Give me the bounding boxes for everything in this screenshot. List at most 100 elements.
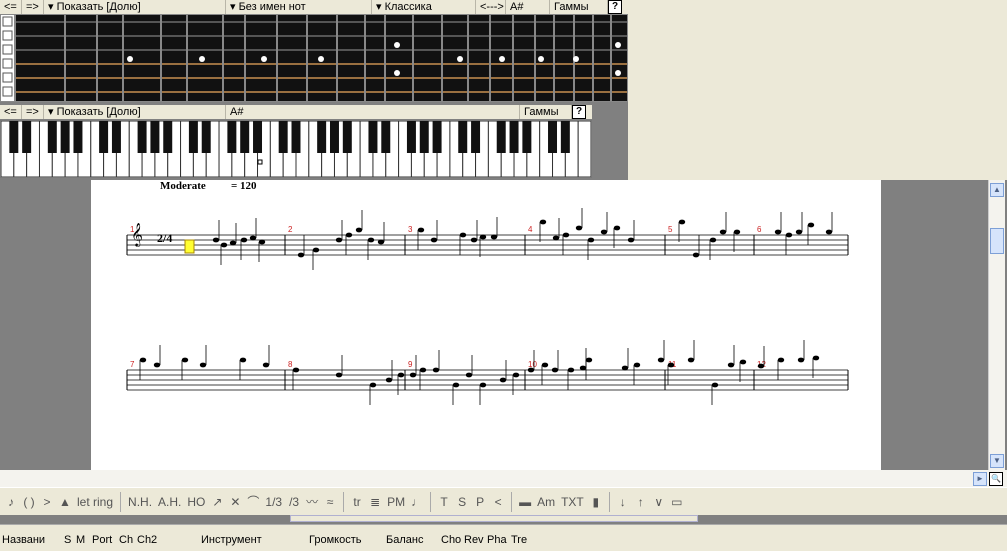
zoom-icon[interactable]: 🔍 — [989, 472, 1003, 486]
toolbar-button[interactable]: N.H. — [125, 491, 155, 513]
col-channel2[interactable]: Ch2 — [137, 534, 157, 546]
toolbar-button[interactable]: 〰 — [303, 491, 321, 513]
note-head — [153, 362, 161, 368]
toolbar-button[interactable]: ✕ — [226, 491, 244, 513]
note-head — [229, 240, 237, 246]
toolbar-button[interactable]: A.H. — [155, 491, 184, 513]
col-reverb[interactable]: Rev — [464, 534, 484, 546]
toolbar-button[interactable]: 1/3 — [262, 491, 285, 513]
scroll-right-icon[interactable]: ► — [973, 472, 987, 486]
note-head — [385, 377, 393, 383]
fret-marker — [318, 56, 324, 62]
toolbar-button[interactable]: ⌒ — [244, 491, 262, 513]
scales-button[interactable]: Гаммы — [520, 105, 572, 119]
toolbar-separator — [343, 491, 345, 512]
col-phaser[interactable]: Pha — [487, 534, 507, 546]
piano-black-key — [458, 121, 468, 153]
range-button[interactable]: <---> — [476, 0, 506, 14]
toolbar-button[interactable]: ▲ — [56, 491, 74, 513]
note-head — [727, 362, 735, 368]
toolbar-button[interactable]: ≈ — [321, 491, 339, 513]
toolbar-button[interactable]: TXT — [558, 491, 587, 513]
note-head — [479, 234, 487, 240]
vertical-scrollbar[interactable]: ▲ ▼ — [988, 180, 1005, 470]
score-page[interactable]: Moderate = 120 123456 789101112 𝄞 2/4 — [91, 180, 881, 470]
toolbar-button[interactable]: ∨ — [650, 491, 668, 513]
fret-marker — [538, 56, 544, 62]
note-head — [774, 229, 782, 235]
scroll-down-icon[interactable]: ▼ — [990, 454, 1004, 468]
toolbar-button[interactable]: let ring — [74, 491, 116, 513]
fretboard-svg[interactable] — [1, 15, 627, 101]
col-solo[interactable]: S — [64, 534, 71, 546]
key-label[interactable]: A# — [226, 105, 520, 119]
note-head — [490, 234, 498, 240]
col-mute[interactable]: M — [76, 534, 85, 546]
note-head — [627, 237, 635, 243]
cursor-marker[interactable] — [184, 239, 195, 254]
toolbar-button[interactable]: tr — [348, 491, 366, 513]
col-volume[interactable]: Громкость — [309, 534, 361, 546]
toolbar-button[interactable]: HO — [184, 491, 208, 513]
piano-svg[interactable] — [0, 120, 592, 178]
piano-black-key — [150, 121, 160, 153]
string-checkbox — [2, 16, 13, 27]
piano-keyboard[interactable] — [0, 120, 592, 178]
prev-button[interactable]: <= — [0, 0, 22, 14]
toolbar-button[interactable]: P — [471, 491, 489, 513]
toolbar-button[interactable]: ↗ — [208, 491, 226, 513]
toolbar-button[interactable]: ( ) — [20, 491, 38, 513]
toolbar-button[interactable]: T — [435, 491, 453, 513]
panel-splitter[interactable] — [290, 515, 698, 522]
scroll-up-icon[interactable]: ▲ — [990, 183, 1004, 197]
help-icon[interactable]: ? — [572, 105, 586, 119]
note-head — [249, 235, 257, 241]
toolbar-separator — [120, 491, 122, 512]
toolbar-button[interactable]: ♩ — [408, 491, 426, 513]
toolbar-button[interactable]: ▮ — [587, 491, 605, 513]
next-button[interactable]: => — [22, 0, 44, 14]
scroll-thumb[interactable] — [990, 228, 1004, 254]
col-tremolo[interactable]: Tre — [511, 534, 527, 546]
toolbar-button[interactable]: Am — [534, 491, 558, 513]
piano-black-key — [406, 121, 416, 153]
key-label[interactable]: A# — [506, 0, 550, 14]
piano-white-key — [577, 120, 592, 178]
prev-button[interactable]: <= — [0, 105, 22, 119]
toolbar-button[interactable]: /3 — [285, 491, 303, 513]
measure-number: 5 — [668, 225, 673, 234]
col-instrument[interactable]: Инструмент — [201, 534, 262, 546]
tuning-dropdown[interactable]: ▾ Классика — [372, 0, 476, 14]
piano-black-key — [291, 121, 301, 153]
col-balance[interactable]: Баланс — [386, 534, 423, 546]
toolbar-button[interactable]: S — [453, 491, 471, 513]
scales-button[interactable]: Гаммы — [550, 0, 608, 14]
piano-black-key — [9, 121, 19, 153]
toolbar-button[interactable]: < — [489, 491, 507, 513]
horizontal-scrollbar[interactable]: ► 🔍 — [0, 470, 1007, 487]
col-name[interactable]: Названи — [2, 534, 45, 546]
score-svg[interactable]: Moderate = 120 123456 789101112 𝄞 2/4 — [91, 180, 881, 470]
col-channel[interactable]: Ch — [119, 534, 133, 546]
toolbar-button[interactable]: ≣ — [366, 491, 384, 513]
toolbar-button[interactable]: > — [38, 491, 56, 513]
measure-number: 9 — [408, 360, 413, 369]
show-beat-dropdown[interactable]: ▾ Показать [Долю] — [44, 105, 226, 119]
help-icon[interactable]: ? — [608, 0, 622, 14]
toolbar-button[interactable]: PM — [384, 491, 408, 513]
fretboard-toolbar: <= => ▾ Показать [Долю] ▾ Без имен нот ▾… — [0, 0, 628, 14]
col-port[interactable]: Port — [92, 534, 112, 546]
show-beat-dropdown[interactable]: ▾ Показать [Долю] — [44, 0, 226, 14]
guitar-fretboard[interactable] — [0, 14, 628, 102]
note-head — [812, 355, 820, 361]
note-names-dropdown[interactable]: ▾ Без имен нот — [226, 0, 372, 14]
toolbar-button[interactable]: ♪ — [2, 491, 20, 513]
time-signature: 2/4 — [157, 231, 172, 245]
toolbar-button[interactable]: ▬ — [516, 491, 534, 513]
col-chorus[interactable]: Cho — [441, 534, 461, 546]
toolbar-button[interactable]: ↑ — [632, 491, 650, 513]
note-head — [613, 225, 621, 231]
toolbar-button[interactable]: ▭ — [668, 491, 686, 513]
next-button[interactable]: => — [22, 105, 44, 119]
toolbar-button[interactable]: ↓ — [614, 491, 632, 513]
